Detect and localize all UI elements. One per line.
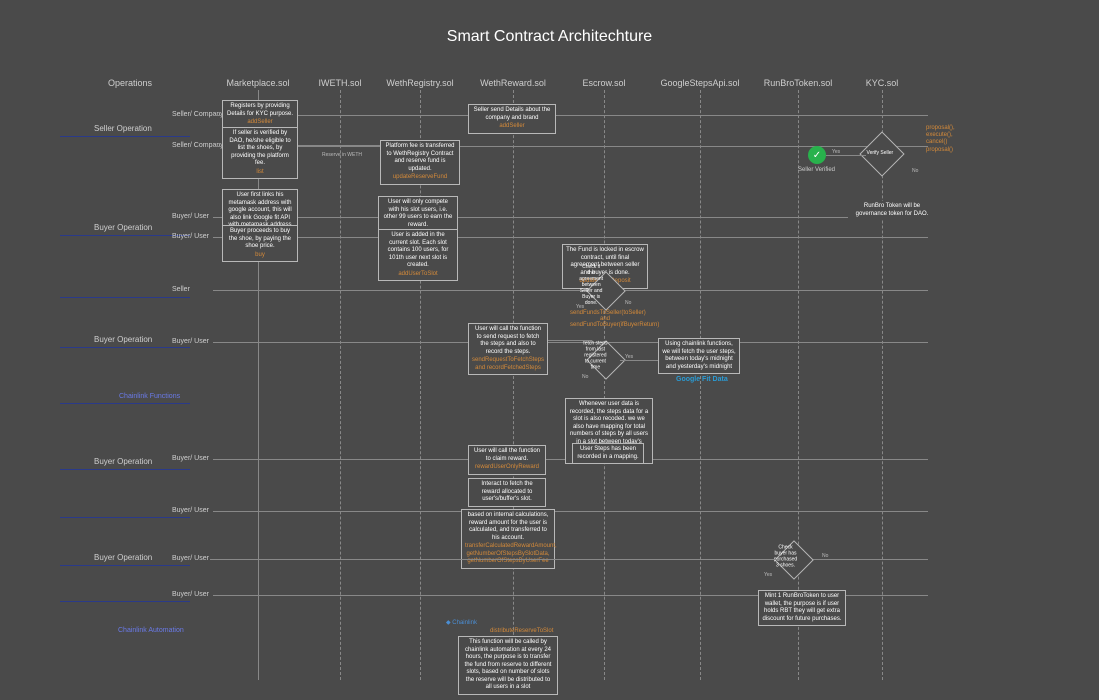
col-escrow-sol: Escrow.sol [582, 78, 625, 88]
diamond-buyercheck: Check buyer has purchased 3 shoes. [774, 540, 814, 580]
col-marketplace-sol: Marketplace.sol [226, 78, 289, 88]
actor-1-1: Buyer/ User [172, 233, 209, 240]
chainlink-functions-label: Chainlink Functions [119, 393, 180, 400]
actor-line-3-0 [213, 342, 928, 343]
row-line-1 [60, 235, 190, 236]
row-line-6 [60, 517, 190, 518]
box-compete: User will only compete with his slot use… [378, 196, 458, 232]
actor-line-6-0 [213, 511, 928, 512]
box-claim-reward: User will call the function to claim rew… [468, 445, 546, 475]
box-platformfee: Platform fee is transferred to WethRegis… [380, 140, 460, 185]
box-automation: This function will be called by chainlin… [458, 636, 558, 695]
swimlane-6 [700, 90, 701, 680]
row-line-5 [60, 469, 190, 470]
col-runbrotoken-sol: RunBroToken.sol [764, 78, 833, 88]
actor-7-0: Buyer/ User [172, 555, 209, 562]
row-label-5: Buyer Operation [94, 457, 152, 466]
actor-2-0: Seller [172, 286, 190, 293]
box-rbgov: RunBro Token will be governance token fo… [848, 201, 936, 220]
row-line-2 [60, 297, 190, 298]
col-wethreward-sol: WethReward.sol [480, 78, 546, 88]
actor-8-0: Buyer/ User [172, 591, 209, 598]
box-sendreq: User will call the function to send requ… [468, 323, 548, 375]
box-seller-details: Seller send Details about the company an… [468, 104, 556, 134]
col-operations: Operations [108, 78, 152, 88]
row-label-0: Seller Operation [94, 124, 152, 133]
box-addslot: User is added in the current slot. Each … [378, 229, 458, 281]
google-fit-data: Google Fit Data [676, 376, 728, 383]
label-no3: No [822, 553, 828, 559]
col-wethregistry-sol: WethRegistry.sol [386, 78, 453, 88]
row-line-4 [60, 403, 190, 404]
box-interact-reward: Interact to fetch the reward allocated t… [468, 478, 546, 507]
chainlink-icon: ◆ Chainlink [446, 619, 477, 626]
label-no2: No [582, 374, 588, 380]
actor-1-0: Buyer/ User [172, 213, 209, 220]
diamond-verify: Verify Seller [859, 131, 904, 176]
swimlane-5 [604, 90, 605, 680]
swimlane-4 [513, 90, 514, 680]
reserve-weth: Reserve in WETH [322, 152, 362, 158]
automation-fn: distributeReserveToSlot [490, 628, 553, 634]
box-list: If seller is verified by DAO, he/she eli… [222, 127, 298, 179]
diagram-title: Smart Contract Architechture [0, 28, 1099, 46]
row-label-3: Buyer Operation [94, 335, 152, 344]
actor-5-0: Buyer/ User [172, 455, 209, 462]
actor-line-1-0 [213, 217, 928, 218]
escrow-fn: sendFundsToSeller(toSeller) and sendFund… [570, 310, 640, 328]
chainlink-automation-label: Chainlink Automation [118, 627, 184, 634]
check-icon: ✓ [808, 146, 826, 164]
box-buy: Buyer proceeds to buy the shoe, by payin… [222, 225, 298, 262]
col-googlestepsapi-sol: GoogleStepsApi.sol [660, 78, 739, 88]
row-label-7: Buyer Operation [94, 553, 152, 562]
actor-6-0: Buyer/ User [172, 507, 209, 514]
propose-fns: proposal(), execute(), cancel() proposal… [926, 125, 972, 154]
actor-line-2-0 [213, 290, 928, 291]
row-line-8 [60, 601, 190, 602]
row-line-3 [60, 347, 190, 348]
box-register: Registers by providing Details for KYC p… [222, 100, 298, 130]
box-steps-recorded: User Steps has been recorded in a mappin… [572, 443, 644, 464]
swimlane-2 [340, 90, 341, 680]
box-chainlinkfn: Using chainlink functions, we will fetch… [658, 338, 740, 374]
seller-verified: Seller Verified [798, 167, 835, 173]
label-no: No [625, 300, 631, 306]
row-label-1: Buyer Operation [94, 223, 152, 232]
row-line-0 [60, 136, 190, 137]
col-kyc-sol: KYC.sol [866, 78, 899, 88]
row-line-7 [60, 565, 190, 566]
label-yes3: Yes [764, 572, 772, 578]
col-iweth-sol: IWETH.sol [318, 78, 361, 88]
actor-3-0: Buyer/ User [172, 338, 209, 345]
swimlane-8 [882, 90, 883, 680]
label-no4: No [912, 168, 918, 174]
box-mint: Mint 1 RunBroToken to user wallet, the p… [758, 590, 846, 626]
